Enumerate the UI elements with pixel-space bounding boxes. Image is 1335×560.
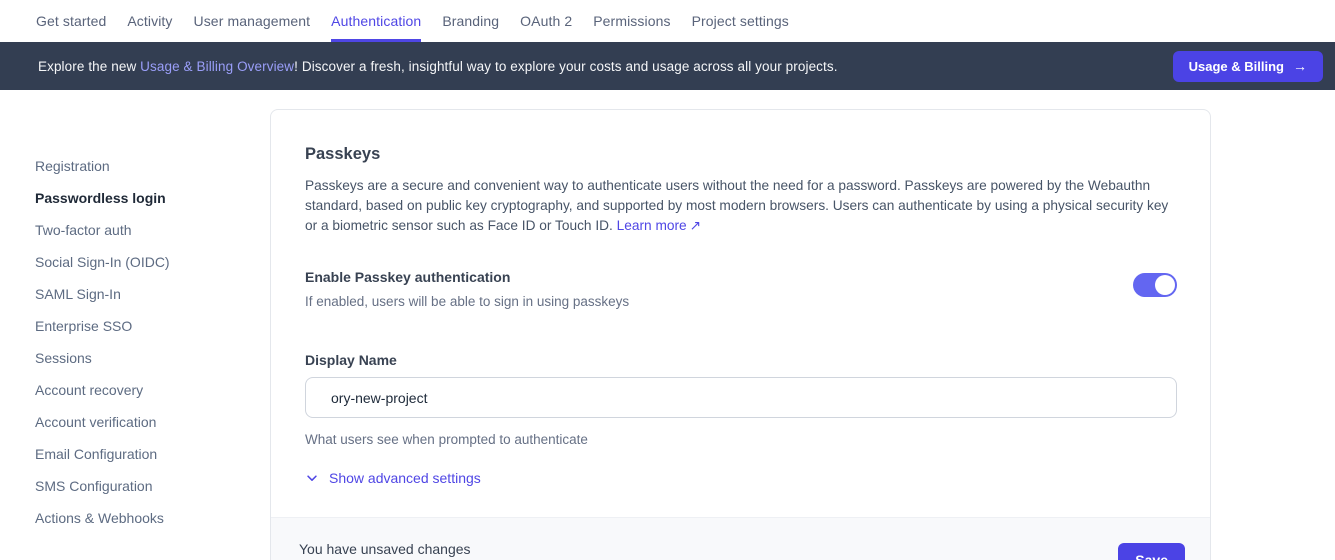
tab-authentication[interactable]: Authentication: [331, 0, 421, 42]
sidebar-item-passwordless-login[interactable]: Passwordless login: [35, 187, 255, 209]
chevron-down-icon: [305, 471, 319, 485]
tab-oauth2[interactable]: OAuth 2: [520, 0, 572, 42]
passkeys-card: Passkeys Passkeys are a secure and conve…: [270, 109, 1211, 560]
tab-activity[interactable]: Activity: [127, 0, 172, 42]
unsaved-changes-bar: You have unsaved changes Save: [271, 517, 1210, 560]
sidebar-item-email-configuration[interactable]: Email Configuration: [35, 443, 255, 465]
enable-passkey-toggle[interactable]: [1133, 273, 1177, 297]
usage-billing-banner: Explore the new Usage & Billing Overview…: [0, 42, 1335, 90]
external-link-icon: ↗: [690, 218, 701, 233]
show-advanced-settings[interactable]: Show advanced settings: [305, 470, 481, 486]
sidebar-item-enterprise-sso[interactable]: Enterprise SSO: [35, 315, 255, 337]
toggle-knob: [1155, 275, 1175, 295]
top-nav: Get started Activity User management Aut…: [0, 0, 1335, 42]
sidebar-item-account-verification[interactable]: Account verification: [35, 411, 255, 433]
sidebar-item-two-factor-auth[interactable]: Two-factor auth: [35, 219, 255, 241]
display-name-section: Display Name What users see when prompte…: [305, 352, 1177, 447]
sidebar-item-sms-configuration[interactable]: SMS Configuration: [35, 475, 255, 497]
tab-project-settings[interactable]: Project settings: [692, 0, 789, 42]
banner-text-after: ! Discover a fresh, insightful way to ex…: [294, 59, 837, 74]
enable-passkey-help: If enabled, users will be able to sign i…: [305, 294, 1133, 309]
usage-billing-overview-link[interactable]: Usage & Billing Overview: [140, 59, 294, 74]
sidebar-item-saml-sign-in[interactable]: SAML Sign-In: [35, 283, 255, 305]
page-title: Passkeys: [305, 145, 1177, 164]
sidebar-item-actions-webhooks[interactable]: Actions & Webhooks: [35, 507, 255, 529]
sidebar-item-account-recovery[interactable]: Account recovery: [35, 379, 255, 401]
display-name-input[interactable]: [305, 377, 1177, 418]
app-window: Get started Activity User management Aut…: [0, 0, 1335, 560]
description-text: Passkeys are a secure and convenient way…: [305, 178, 1168, 233]
tab-permissions[interactable]: Permissions: [593, 0, 670, 42]
learn-more-label: Learn more: [617, 218, 687, 233]
learn-more-link[interactable]: Learn more↗: [617, 218, 701, 233]
sidebar-item-sessions[interactable]: Sessions: [35, 347, 255, 369]
tab-user-management[interactable]: User management: [194, 0, 311, 42]
usage-billing-button-label: Usage & Billing: [1189, 59, 1284, 74]
usage-billing-button[interactable]: Usage & Billing →: [1173, 51, 1323, 82]
sidebar-item-social-sign-in[interactable]: Social Sign-In (OIDC): [35, 251, 255, 273]
enable-passkey-row: Enable Passkey authentication If enabled…: [305, 269, 1177, 309]
passkeys-description: Passkeys are a secure and convenient way…: [305, 176, 1177, 236]
banner-text-before: Explore the new: [38, 59, 140, 74]
arrow-right-icon: →: [1293, 58, 1307, 74]
settings-sidebar: Registration Passwordless login Two-fact…: [35, 155, 255, 539]
tab-get-started[interactable]: Get started: [36, 0, 106, 42]
show-advanced-settings-label: Show advanced settings: [329, 470, 481, 486]
enable-passkey-label: Enable Passkey authentication: [305, 269, 1133, 285]
save-button[interactable]: Save: [1118, 543, 1185, 560]
unsaved-changes-text: You have unsaved changes: [299, 541, 471, 557]
tab-branding[interactable]: Branding: [442, 0, 499, 42]
banner-message: Explore the new Usage & Billing Overview…: [38, 59, 838, 74]
sidebar-item-registration[interactable]: Registration: [35, 155, 255, 177]
display-name-help: What users see when prompted to authenti…: [305, 432, 1177, 447]
display-name-label: Display Name: [305, 352, 1177, 368]
